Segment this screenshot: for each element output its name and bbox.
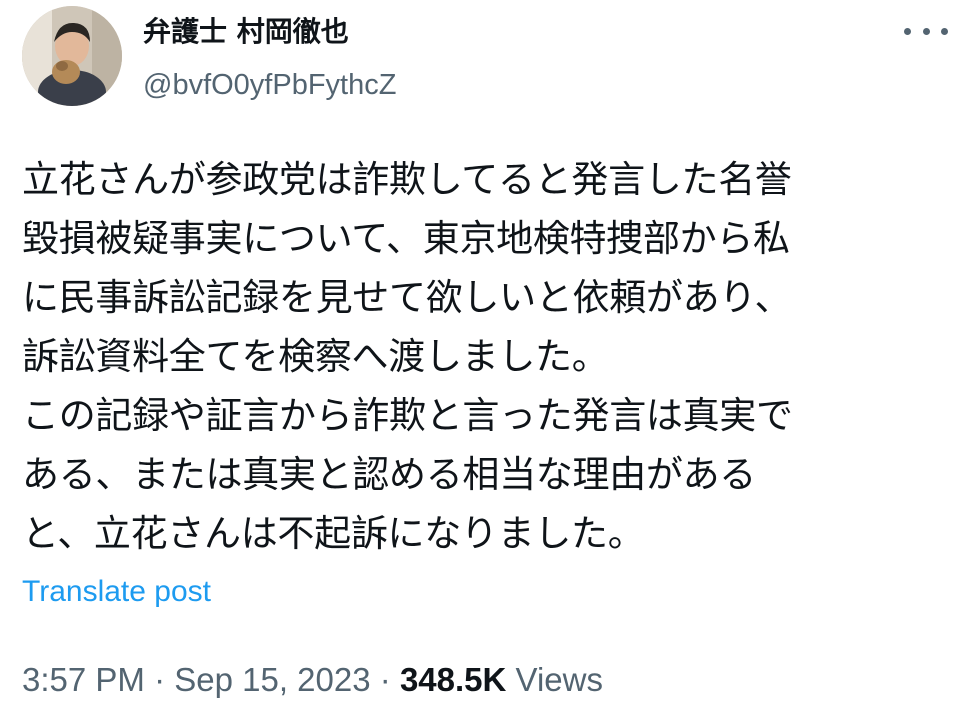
display-name[interactable]: 弁護士 村岡徹也 xyxy=(143,14,349,50)
profile-photo-icon xyxy=(22,6,122,106)
more-horizontal-icon xyxy=(941,27,948,35)
more-horizontal-icon xyxy=(922,27,930,35)
more-options-button[interactable] xyxy=(904,16,948,46)
post-meta: 3:57 PM · Sep 15, 2023 · 348.5K Views xyxy=(22,660,603,700)
meta-separator: · xyxy=(154,661,166,698)
avatar[interactable] xyxy=(22,6,122,106)
translate-post-link[interactable]: Translate post xyxy=(22,574,211,610)
post-text: 立花さんが参政党は詐欺してると発言した名誉 毀損被疑事実について、東京地検特捜部… xyxy=(22,158,793,555)
user-handle[interactable]: @bvfO0yfPbFythcZ xyxy=(143,68,396,102)
post-date[interactable]: Sep 15, 2023 xyxy=(174,661,370,698)
post-time[interactable]: 3:57 PM xyxy=(22,661,145,698)
views-count: 348.5K xyxy=(399,661,507,698)
more-horizontal-icon xyxy=(904,27,911,35)
tweet: 弁護士 村岡徹也 @bvfO0yfPbFythcZ 立花さんが参政党は詐欺してる… xyxy=(0,0,962,722)
views-label: Views xyxy=(515,661,603,698)
meta-separator: · xyxy=(379,661,391,698)
